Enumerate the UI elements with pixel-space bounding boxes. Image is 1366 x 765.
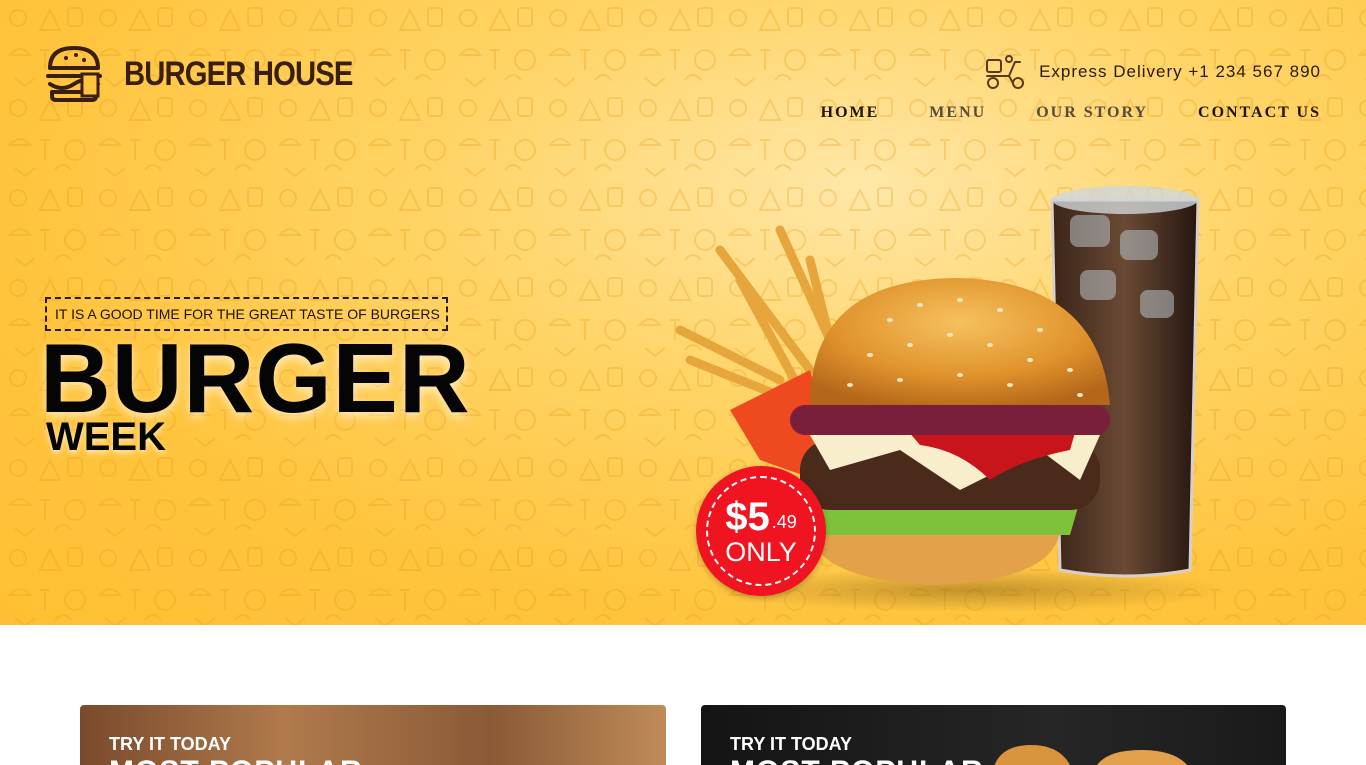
hero-subheadline: WEEK — [46, 415, 166, 459]
nav-item-home[interactable]: HOME — [821, 104, 880, 122]
price-badge-inner: $5 .49 ONLY — [706, 476, 816, 586]
card-title: MOST POPULAR — [730, 755, 984, 765]
card-title: MOST POPULAR — [109, 755, 363, 765]
main-nav: HOME MENU OUR STORY CONTACT US — [821, 104, 1321, 122]
delivery-phone-text: Express Delivery +1 234 567 890 — [1039, 62, 1321, 81]
promo-card-1[interactable]: TRY IT TODAY MOST POPULAR — [80, 705, 666, 765]
brand-name: BURGER HOUSE — [124, 54, 353, 93]
price-main: $5 — [725, 494, 770, 539]
price-cents: .49 — [771, 511, 797, 532]
nav-item-menu[interactable]: MENU — [929, 104, 986, 122]
promo-card-2[interactable]: TRY IT TODAY MOST POPULAR — [701, 705, 1286, 765]
delivery-info[interactable]: Express Delivery +1 234 567 890 — [983, 54, 1321, 90]
price-line: $5 .49 — [725, 497, 797, 537]
card-eyebrow: TRY IT TODAY — [730, 734, 853, 754]
hero-banner: BURGER HOUSE Express Delivery +1 234 567… — [0, 0, 1366, 625]
price-badge: $5 .49 ONLY — [696, 466, 826, 596]
brand-logo[interactable]: BURGER HOUSE — [44, 44, 390, 104]
nav-item-contact-us[interactable]: CONTACT US — [1198, 104, 1321, 122]
card-burgers-image — [994, 745, 1188, 765]
price-suffix: ONLY — [725, 536, 797, 567]
nav-item-our-story[interactable]: OUR STORY — [1036, 104, 1148, 122]
burger-logo-icon — [46, 46, 102, 102]
card-eyebrow: TRY IT TODAY — [109, 734, 232, 754]
delivery-scooter-icon — [986, 55, 1025, 89]
